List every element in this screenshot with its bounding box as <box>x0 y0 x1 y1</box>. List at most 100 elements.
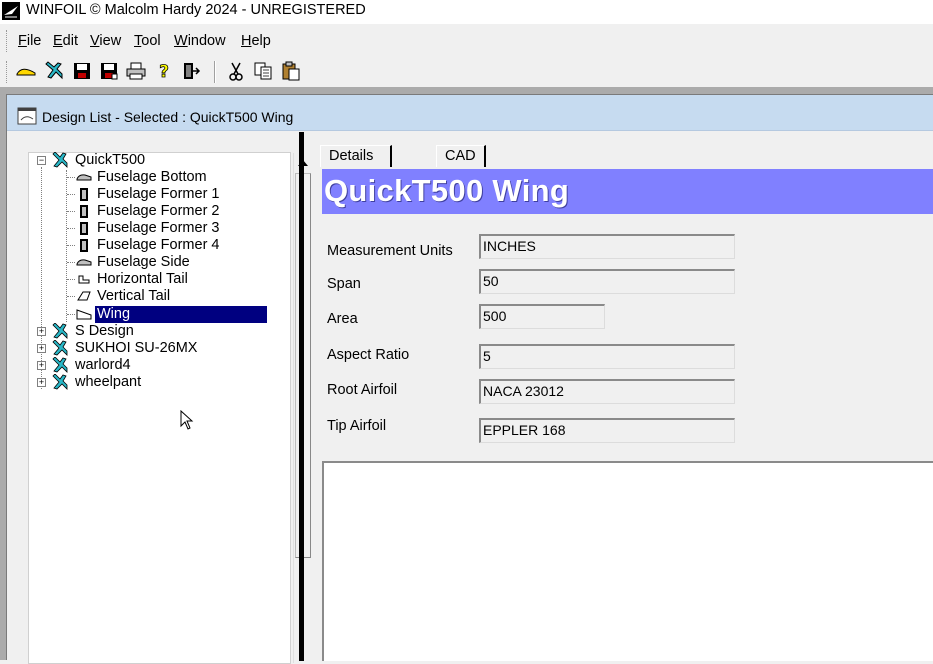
menu-bar: File Edit View Tool Window Help <box>0 24 933 57</box>
cut-button[interactable] <box>225 60 247 82</box>
menu-window[interactable]: Window <box>174 32 226 50</box>
tree-connector <box>67 228 75 229</box>
menu-file[interactable]: File <box>18 32 41 50</box>
former-icon <box>80 239 88 252</box>
tree-node-sukhoi[interactable]: + SUKHOI SU-26MX <box>37 340 237 357</box>
tip-airfoil-field[interactable]: EPPLER 168 <box>479 418 735 443</box>
tree-node-label: Fuselage Former 4 <box>97 237 220 253</box>
menu-help-label: elp <box>251 33 271 49</box>
design-list-window: Design List - Selected : QuickT500 Wing … <box>6 94 933 664</box>
menu-view-accel: V <box>90 33 100 49</box>
tree-node-s-design[interactable]: + S Design <box>37 323 237 340</box>
design-heading-bar: QuickT500 Wing <box>322 169 933 214</box>
expand-expander[interactable]: + <box>37 361 46 370</box>
root-airfoil-field[interactable]: NACA 23012 <box>479 379 735 404</box>
exit-button[interactable] <box>180 60 202 82</box>
measurement-units-field[interactable]: INCHES <box>479 234 735 259</box>
design-list-window-icon <box>17 107 37 125</box>
preview-panel <box>322 461 933 661</box>
tree-node-label: Vertical Tail <box>97 288 171 304</box>
span-field[interactable]: 50 <box>479 269 735 294</box>
tree-node-wing[interactable]: Wing <box>67 306 267 323</box>
aspect-ratio-field[interactable]: 5 <box>479 344 735 369</box>
plane-icon <box>52 152 68 168</box>
svg-text:?: ? <box>159 62 169 81</box>
menu-edit-accel: E <box>53 33 63 49</box>
app-title: WINFOIL © Malcolm Hardy 2024 - UNREGISTE… <box>26 2 366 18</box>
tree-node-warlord4[interactable]: + warlord4 <box>37 357 237 374</box>
tree-connector <box>67 296 75 297</box>
tree-node-vertical-tail[interactable]: Vertical Tail <box>67 288 267 305</box>
menu-window-label: indow <box>187 33 226 49</box>
tab-details-label: Details <box>329 148 374 164</box>
design-list-title-bar[interactable]: Design List - Selected : QuickT500 Wing <box>7 95 933 131</box>
menu-view[interactable]: View <box>90 32 121 50</box>
expand-expander[interactable]: + <box>37 344 46 353</box>
help-icon: ? <box>159 62 170 81</box>
tab-cad[interactable]: CAD <box>436 145 486 167</box>
app-title-bar: WINFOIL © Malcolm Hardy 2024 - UNREGISTE… <box>0 0 933 24</box>
plane-icon <box>52 357 68 373</box>
app-logo-icon <box>2 2 20 20</box>
tree-node-label: QuickT500 <box>75 152 146 168</box>
span-label: Span <box>327 276 361 292</box>
root-airfoil-label: Root Airfoil <box>327 382 398 398</box>
tree-node-fuselage-former-2[interactable]: Fuselage Former 2 <box>67 203 267 220</box>
menu-file-label: ile <box>26 33 42 49</box>
menu-tool-label: ool <box>141 33 161 49</box>
toolbar-separator <box>214 61 216 83</box>
menu-help[interactable]: Help <box>241 32 271 50</box>
tree-connector <box>67 177 75 178</box>
tree-node-fuselage-bottom[interactable]: Fuselage Bottom <box>67 169 267 186</box>
fuselage-part-icon <box>76 174 92 181</box>
tree-node-wheelpant[interactable]: + wheelpant <box>37 374 237 391</box>
horizontal-tail-icon <box>78 275 90 284</box>
design-tree[interactable]: − QuickT500 Fuselage Bottom Fuselage For… <box>28 152 311 664</box>
paste-button[interactable] <box>280 60 302 82</box>
tree-node-fuselage-side[interactable]: Fuselage Side <box>67 254 267 271</box>
toolbar-grip <box>6 61 9 83</box>
save-button[interactable] <box>71 60 93 82</box>
tree-connector <box>67 279 75 280</box>
tree-node-label: Horizontal Tail <box>97 271 188 287</box>
former-icon <box>80 188 88 201</box>
tree-node-fuselage-former-3[interactable]: Fuselage Former 3 <box>67 220 267 237</box>
tree-node-label: wheelpant <box>75 374 142 390</box>
toolbar: ? <box>0 57 933 87</box>
tab-details[interactable]: Details <box>320 145 392 167</box>
fuselage-part-icon <box>76 259 92 266</box>
menu-view-label: iew <box>99 33 122 49</box>
design-heading: QuickT500 Wing <box>324 173 570 208</box>
exit-icon <box>184 63 201 79</box>
copy-button[interactable] <box>252 60 274 82</box>
cut-icon <box>229 62 243 81</box>
former-icon <box>80 222 88 235</box>
area-field[interactable]: 500 <box>479 304 605 329</box>
new-airfoil-button[interactable] <box>15 60 37 82</box>
tree-node-label: Fuselage Former 2 <box>97 203 220 219</box>
print-icon <box>126 62 146 80</box>
save-icon <box>74 63 90 79</box>
tree-node-label: Wing <box>95 306 267 323</box>
tree-node-fuselage-former-4[interactable]: Fuselage Former 4 <box>67 237 267 254</box>
menu-tool[interactable]: Tool <box>134 32 161 50</box>
menu-edit[interactable]: Edit <box>53 32 78 50</box>
pane-splitter[interactable] <box>299 132 304 661</box>
help-button[interactable]: ? <box>153 60 175 82</box>
mouse-cursor-icon <box>180 410 194 430</box>
tip-airfoil-label: Tip Airfoil <box>327 418 387 434</box>
collapse-expander[interactable]: − <box>37 156 46 165</box>
save-as-button[interactable] <box>98 60 120 82</box>
expand-expander[interactable]: + <box>37 327 46 336</box>
tree-connector <box>67 194 75 195</box>
menu-file-accel: F <box>18 33 27 49</box>
plane-icon <box>52 374 68 390</box>
tree-node-quickt500[interactable]: − QuickT500 <box>37 152 177 169</box>
menubar-grip <box>6 30 9 52</box>
new-plane-button[interactable] <box>43 60 65 82</box>
print-button[interactable] <box>125 60 147 82</box>
expand-expander[interactable]: + <box>37 378 46 387</box>
tree-node-horizontal-tail[interactable]: Horizontal Tail <box>67 271 267 288</box>
tree-node-fuselage-former-1[interactable]: Fuselage Former 1 <box>67 186 267 203</box>
plane-icon <box>45 61 63 80</box>
